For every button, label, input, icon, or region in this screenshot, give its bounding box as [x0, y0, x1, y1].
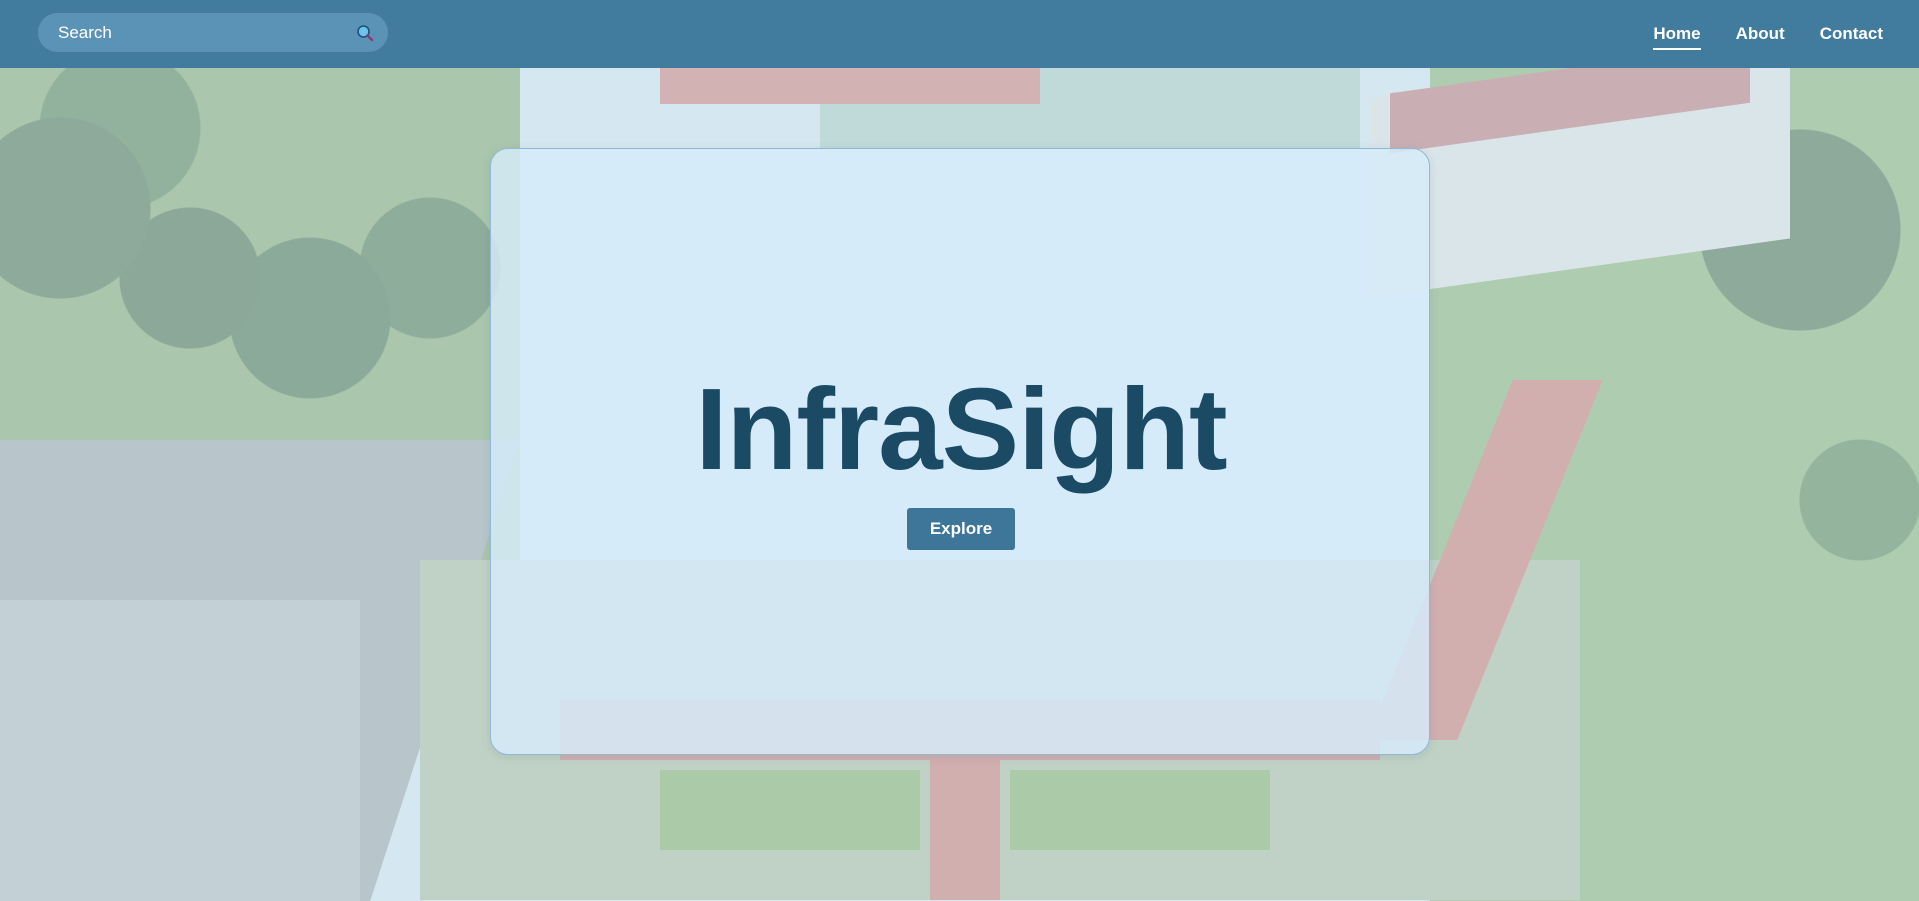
- search-input[interactable]: [58, 13, 348, 52]
- navbar: Home About Contact: [0, 0, 1919, 68]
- hero-card: InfraSight Explore: [490, 148, 1430, 755]
- nav-contact-link[interactable]: Contact: [1820, 22, 1883, 46]
- explore-button[interactable]: Explore: [907, 508, 1015, 550]
- nav-about-link[interactable]: About: [1736, 22, 1785, 46]
- nav-home-link[interactable]: Home: [1653, 22, 1701, 50]
- nav-links: Home About Contact: [1653, 0, 1883, 68]
- hero-title: InfraSight: [695, 364, 1227, 494]
- search-bar: [38, 13, 388, 52]
- search-icon[interactable]: [356, 24, 374, 42]
